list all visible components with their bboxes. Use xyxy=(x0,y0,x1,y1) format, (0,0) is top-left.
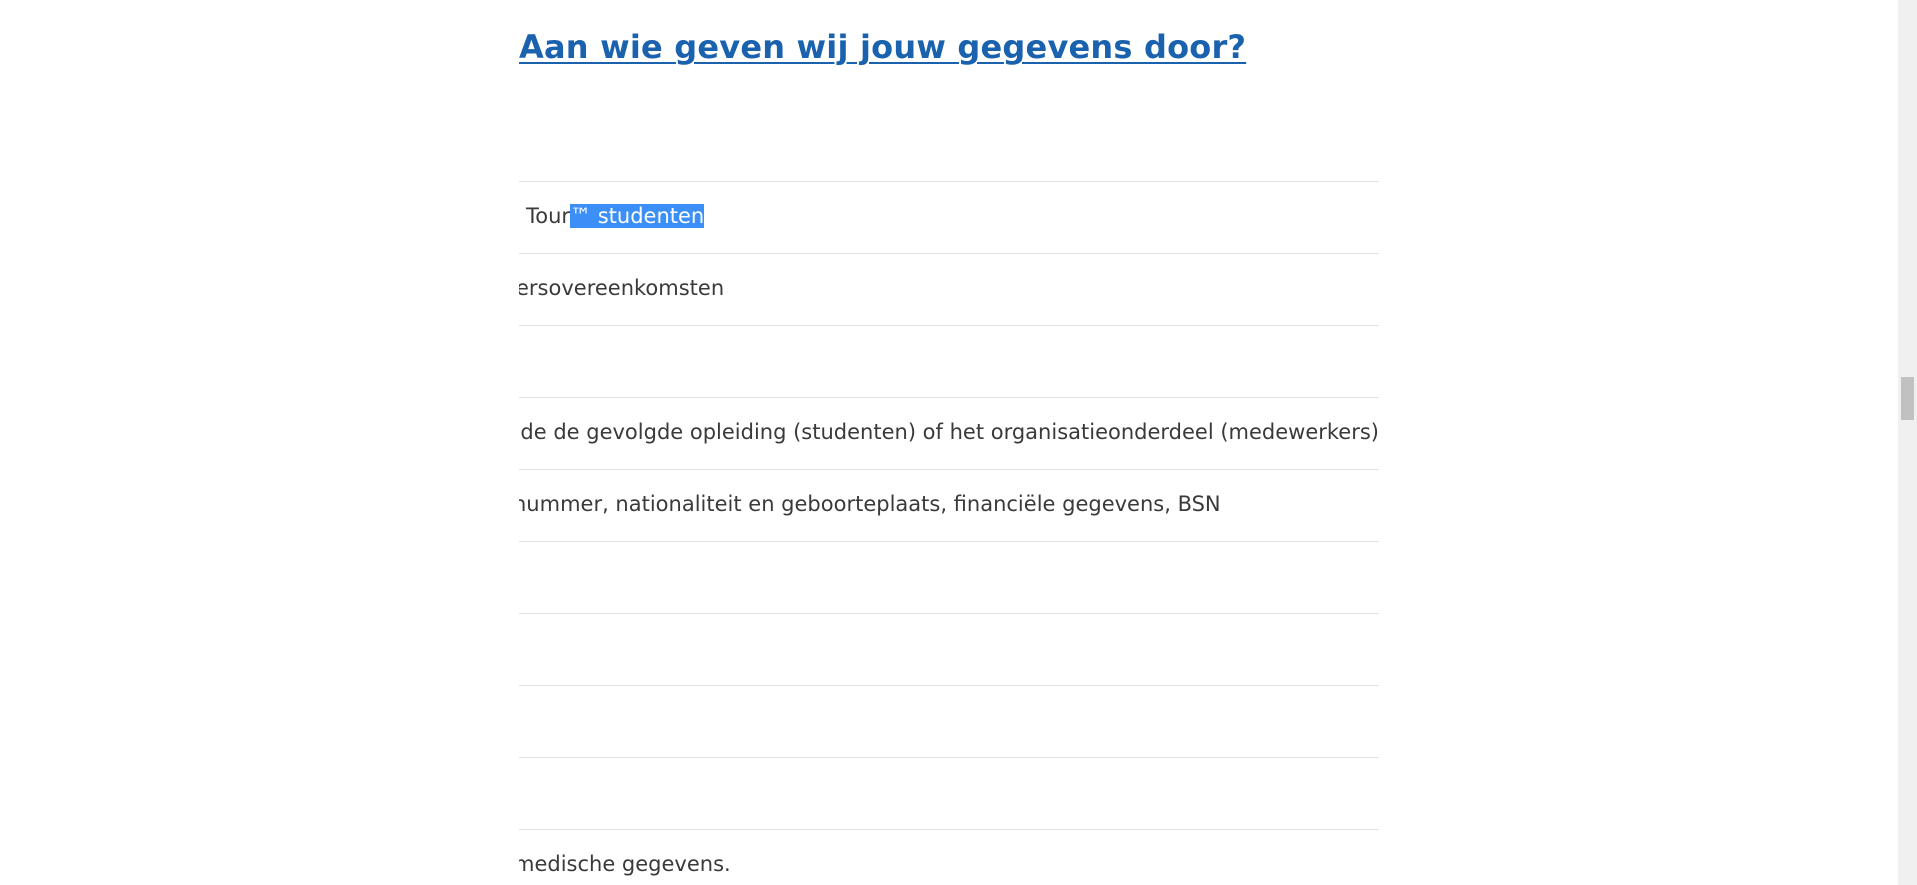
table-row: medische gegevens. xyxy=(519,829,1379,885)
table-row xyxy=(519,613,1379,685)
table-cell-text: Tour xyxy=(526,204,571,228)
table-row xyxy=(519,325,1379,397)
data-table: Tour™ studenten ersovereenkomsten ende d… xyxy=(519,181,1379,885)
section-heading-link[interactable]: Aan wie geven wij jouw gegevens door? xyxy=(519,28,1246,66)
table-row xyxy=(519,541,1379,613)
table-row xyxy=(519,685,1379,757)
vertical-scrollbar[interactable] xyxy=(1898,0,1917,885)
table-cell-text: ersovereenkomsten xyxy=(519,276,725,300)
table-cell: Tour™ studenten xyxy=(526,204,705,228)
page-viewport: Aan wie geven wij jouw gegevens door? To… xyxy=(0,0,1917,885)
table-row: nummer, nationaliteit en geboorteplaats,… xyxy=(519,469,1379,541)
table-cell-text: ende de gevolgde opleiding (studenten) o… xyxy=(519,420,1379,444)
table-row: ersovereenkomsten xyxy=(519,253,1379,325)
selected-text: ™ studenten xyxy=(570,204,705,228)
table-cell-text: medische gegevens. xyxy=(519,852,731,876)
table-row: ende de gevolgde opleiding (studenten) o… xyxy=(519,397,1379,469)
scrollbar-thumb[interactable] xyxy=(1901,377,1914,420)
table-row xyxy=(519,757,1379,829)
table-row: Tour™ studenten xyxy=(519,181,1379,253)
table-cell-text: nummer, nationaliteit en geboorteplaats,… xyxy=(519,492,1221,516)
